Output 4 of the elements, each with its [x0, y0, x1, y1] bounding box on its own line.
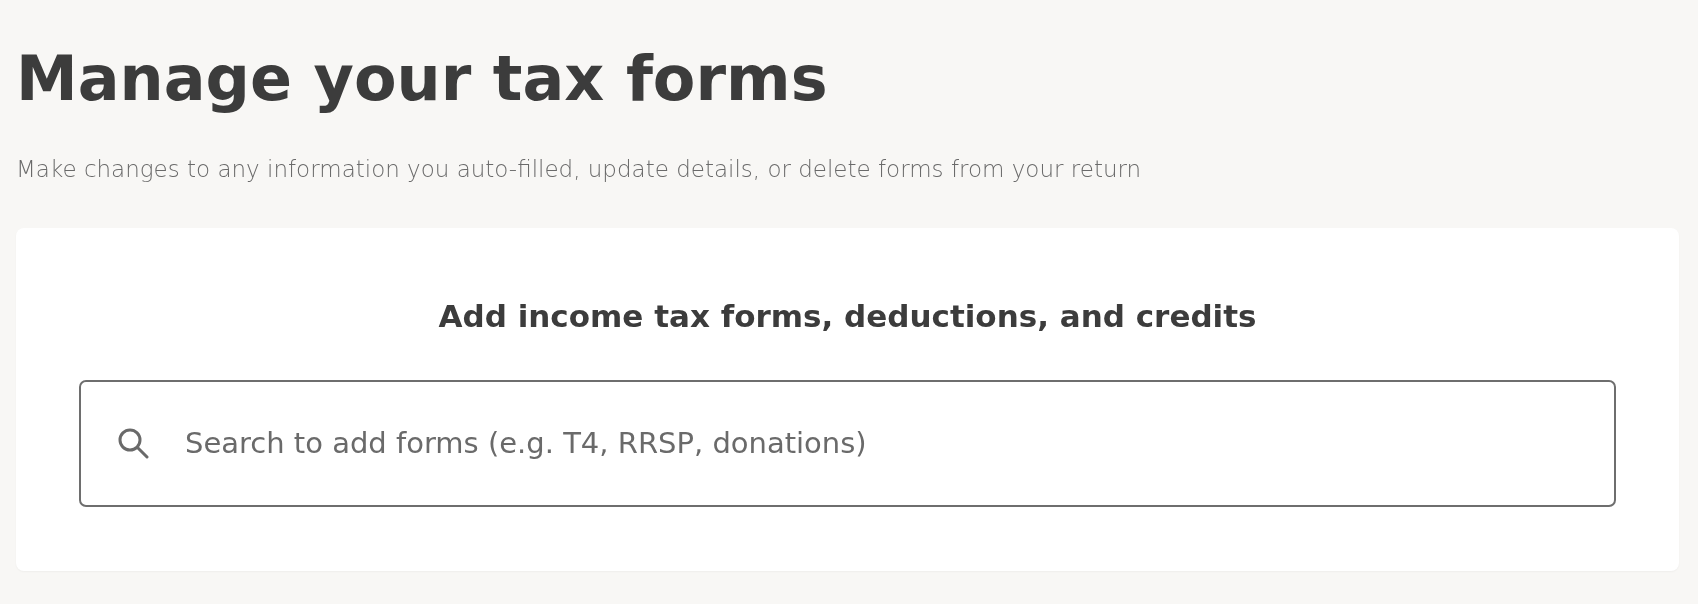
- page-title: Manage your tax forms: [16, 42, 828, 117]
- page-subtitle: Make changes to any information you auto-filled, update details, or delete forms from your return: [16, 156, 1142, 183]
- search-field[interactable]: Search to add forms (e.g. T4, RRSP, donations): [79, 379, 1616, 507]
- card-heading: Add income tax forms, deductions, and credits: [438, 298, 1257, 336]
